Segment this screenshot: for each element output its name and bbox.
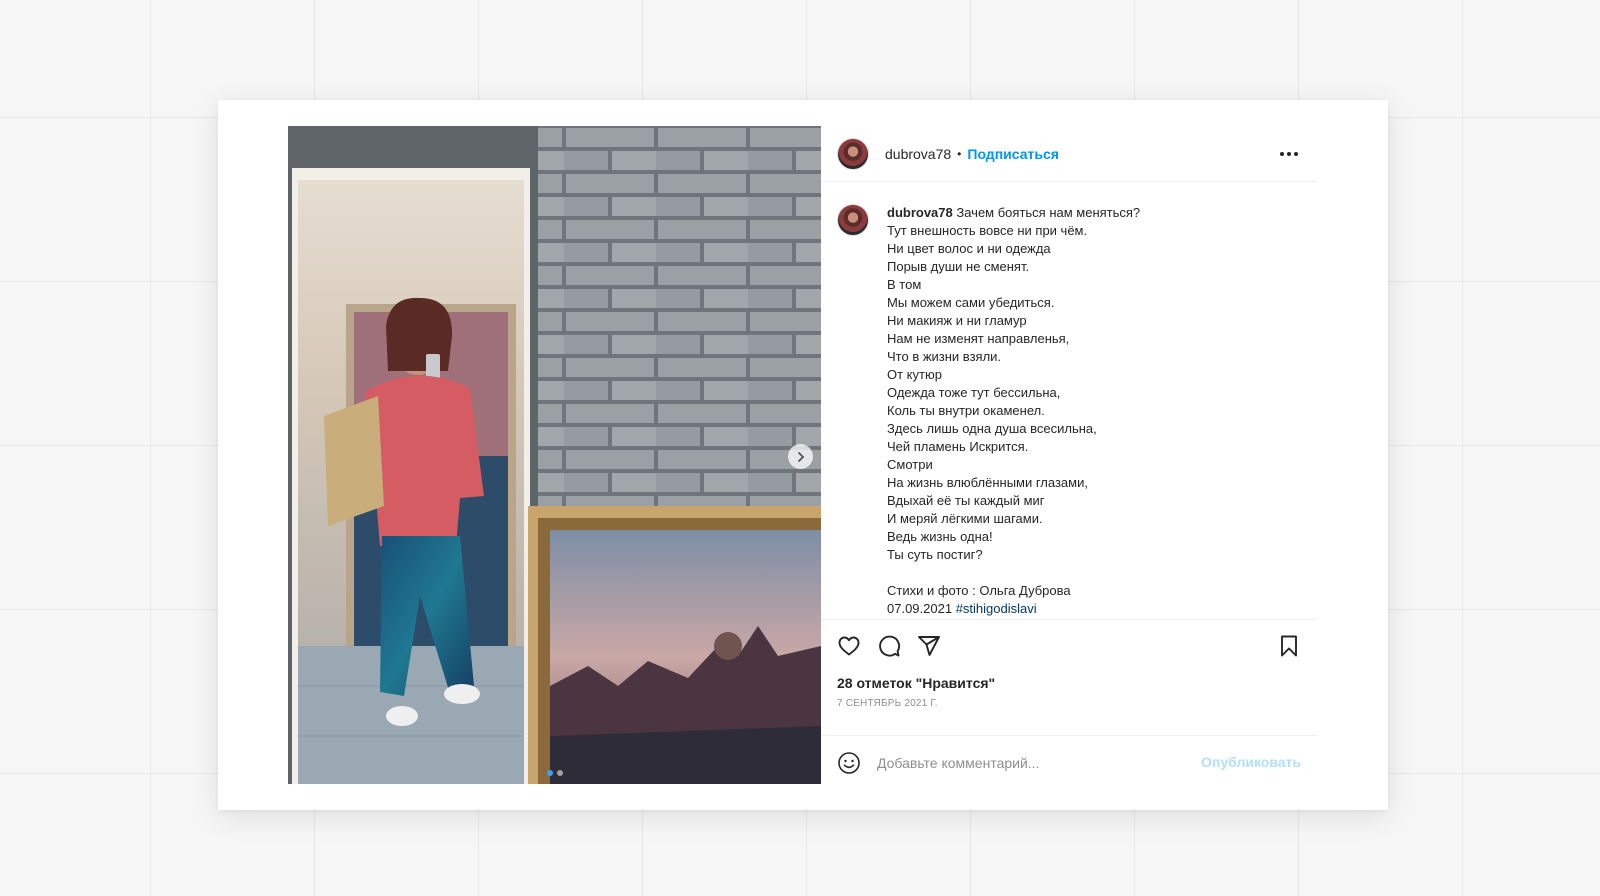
save-button[interactable] xyxy=(1277,634,1301,658)
caption-line: Ни макияж и ни гламур xyxy=(887,313,1027,328)
caption-text: dubrova78 Зачем бояться нам меняться? Ту… xyxy=(887,204,1140,619)
caption-line: Ты суть постиг? xyxy=(887,547,983,562)
caption-line: На жизнь влюблёнными глазами, xyxy=(887,475,1088,490)
heart-icon xyxy=(838,636,860,656)
post-photo[interactable] xyxy=(288,126,821,784)
caption-avatar[interactable] xyxy=(837,204,869,236)
username[interactable]: dubrova78 xyxy=(885,146,951,162)
caption-line: В том xyxy=(887,277,922,292)
emoji-icon[interactable] xyxy=(837,751,861,775)
comment-icon xyxy=(879,635,901,657)
comment-button[interactable] xyxy=(877,634,901,658)
post-date[interactable]: 7 сентябрь 2021 г. xyxy=(821,694,1317,722)
caption-line: И меряй лёгкими шагами. xyxy=(887,511,1043,526)
caption-line: Чей пламень Искрится. xyxy=(887,439,1029,454)
caption-line: Одежда тоже тут бессильна, xyxy=(887,385,1061,400)
comment-input[interactable] xyxy=(877,755,1177,771)
caption-first-line: dubrova78 Зачем бояться нам меняться? xyxy=(887,204,1140,222)
caption-date-line: 07.09.2021 #stihigodislavi xyxy=(887,600,1140,618)
more-options-button[interactable] xyxy=(1277,142,1301,166)
next-slide-button[interactable] xyxy=(788,444,813,469)
separator-dot: • xyxy=(957,146,962,161)
hashtag-link[interactable]: #stihigodislavi xyxy=(956,601,1037,616)
caption-line: Здесь лишь одна душа всесильна, xyxy=(887,421,1097,436)
caption-line: От кутюр xyxy=(887,367,942,382)
caption-line: Ни цвет волос и ни одежда xyxy=(887,241,1051,256)
caption-section: dubrova78 Зачем бояться нам меняться? Ту… xyxy=(821,182,1317,620)
comment-form: Опубликовать xyxy=(821,736,1317,790)
carousel-indicator xyxy=(288,770,821,776)
post-image xyxy=(288,126,821,784)
avatar[interactable] xyxy=(837,137,869,170)
likes-count[interactable]: 28 отметок "Нравится" xyxy=(821,672,1317,694)
caption-line: Смотри xyxy=(887,457,933,472)
follow-button[interactable]: Подписаться xyxy=(967,146,1059,162)
caption-line: Коль ты внутри окаменел. xyxy=(887,403,1045,418)
caption-line: Ведь жизнь одна! xyxy=(887,529,993,544)
carousel-dot-2 xyxy=(556,770,563,776)
caption-line: Порыв души не сменят. xyxy=(887,259,1030,274)
caption-credits: Стихи и фото : Ольга Дуброва xyxy=(887,583,1071,598)
share-button[interactable] xyxy=(917,634,941,658)
caption-username[interactable]: dubrova78 xyxy=(887,205,953,220)
date-section: 7 сентябрь 2021 г. xyxy=(821,694,1317,736)
publish-button[interactable]: Опубликовать xyxy=(1201,754,1301,770)
caption-line: Тут внешность вовсе ни при чём. xyxy=(887,223,1088,238)
action-bar xyxy=(821,620,1317,672)
carousel-dot-1 xyxy=(546,770,553,776)
more-horizontal-icon xyxy=(1280,152,1298,156)
caption-line: Нам не изменят направленья, xyxy=(887,331,1070,346)
post-side-panel: dubrova78 • Подписаться dubrova78 Зачем … xyxy=(821,126,1317,784)
share-icon xyxy=(918,636,940,656)
caption-line: Вдыхай её ты каждый миг xyxy=(887,493,1045,508)
caption-line: Что в жизни взяли. xyxy=(887,349,1002,364)
post-card: dubrova78 • Подписаться dubrova78 Зачем … xyxy=(218,100,1388,810)
caption-line: Мы можем сами убедиться. xyxy=(887,295,1055,310)
caption-date: 07.09.2021 xyxy=(887,601,953,616)
like-button[interactable] xyxy=(837,634,861,658)
chevron-right-icon xyxy=(797,451,804,462)
bookmark-icon xyxy=(1281,635,1297,657)
post-header: dubrova78 • Подписаться xyxy=(821,126,1317,182)
caption-line: Зачем бояться нам меняться? xyxy=(956,205,1141,220)
